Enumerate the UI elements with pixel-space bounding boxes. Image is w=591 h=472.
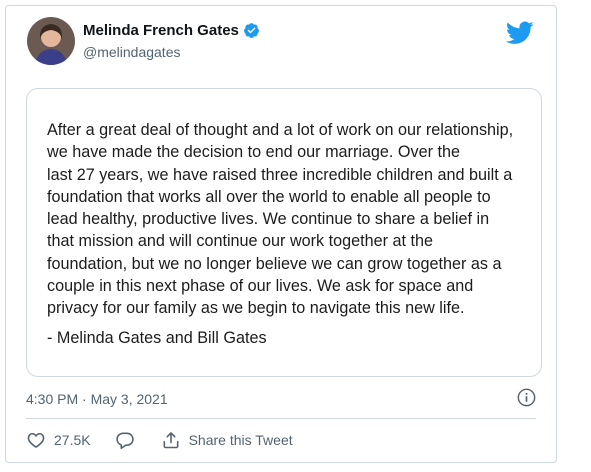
avatar[interactable] xyxy=(27,17,75,65)
statement-line: privacy for our family as we begin to na… xyxy=(47,299,465,318)
reply-button[interactable] xyxy=(115,430,135,450)
heart-icon xyxy=(26,430,46,450)
verified-badge-icon xyxy=(243,22,260,39)
author-handle[interactable]: @melindagates xyxy=(83,44,181,60)
statement-line: foundation that works all over the world… xyxy=(47,187,491,206)
tweet-actions: 27.5K Share this Tweet xyxy=(26,428,293,452)
statement-text: After a great deal of thought and a lot … xyxy=(47,119,527,320)
twitter-bird-icon[interactable] xyxy=(505,21,534,45)
statement-line: lead healthy, productive lives. We conti… xyxy=(47,210,490,229)
like-count: 27.5K xyxy=(54,432,91,448)
statement-line: couple in this next phase of our lives. … xyxy=(47,277,474,296)
info-icon[interactable] xyxy=(517,388,536,407)
statement-line: that mission and will continue our work … xyxy=(47,232,434,251)
statement-line: last 27 years, we have raised three incr… xyxy=(47,165,513,184)
reply-bubble-icon xyxy=(115,430,135,450)
display-name-row[interactable]: Melinda French Gates xyxy=(83,22,260,39)
display-name[interactable]: Melinda French Gates xyxy=(83,22,239,39)
statement-line: foundation, but we no longer believe we … xyxy=(47,254,502,273)
share-icon xyxy=(161,430,181,450)
divider xyxy=(26,418,536,419)
tweet-timestamp[interactable]: 4:30 PM · May 3, 2021 xyxy=(26,391,168,407)
share-button[interactable]: Share this Tweet xyxy=(161,430,293,450)
statement-line: After a great deal of thought and a lot … xyxy=(47,121,514,139)
tweet-card: Melinda French Gates @melindagates After… xyxy=(5,5,557,463)
statement-image[interactable]: After a great deal of thought and a lot … xyxy=(26,88,542,377)
share-label: Share this Tweet xyxy=(188,432,293,448)
like-button[interactable]: 27.5K xyxy=(26,430,91,450)
statement-line: we have made the decision to end our mar… xyxy=(47,143,461,162)
statement-signature: - Melinda Gates and Bill Gates xyxy=(47,329,267,347)
